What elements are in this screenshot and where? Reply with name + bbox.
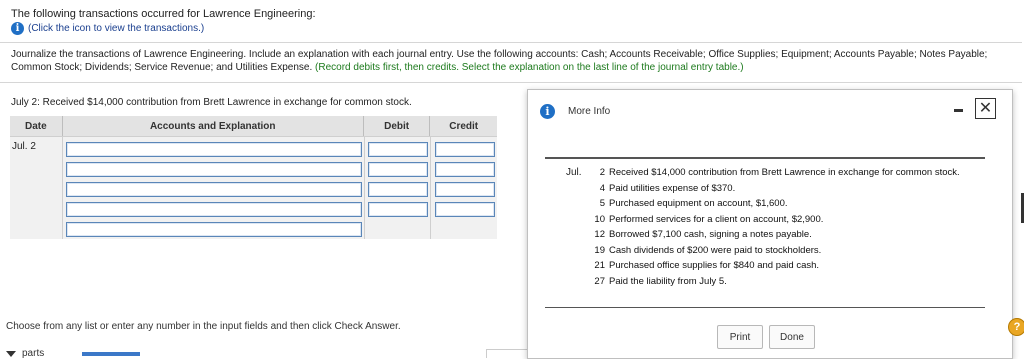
transaction-day: 27 <box>594 275 605 287</box>
explanation-select[interactable] <box>66 222 362 237</box>
header-credit: Credit <box>449 120 479 132</box>
transaction-text: Received $14,000 contribution from Brett… <box>609 167 960 178</box>
list-item: 27 Paid the liability from July 5. <box>592 274 972 290</box>
transaction-items: 2 Received $14,000 contribution from Bret… <box>592 165 972 289</box>
account-select[interactable] <box>66 182 362 197</box>
table-row <box>10 182 497 197</box>
transaction-text: Paid utilities expense of $370. <box>609 182 736 194</box>
transaction-text: Borrowed $7,100 cash, signing a notes pa… <box>609 229 812 240</box>
transaction-month: Jul. <box>566 167 582 178</box>
table-body: Jul. 2 <box>10 136 497 239</box>
debit-input[interactable] <box>368 142 428 157</box>
transaction-text: Performed services for a client on accou… <box>609 213 824 225</box>
account-select[interactable] <box>66 142 362 157</box>
list-item: 2 Received $14,000 contribution from Bret… <box>592 165 972 181</box>
journal-prompt: July 2: Received $14,000 contribution fr… <box>11 97 412 108</box>
transaction-day: 12 <box>594 229 605 240</box>
transactions-list: Jul. 2 Received $14,000 contribution from… <box>545 157 985 308</box>
instructions-hint: (Record debits first, then credits. Sele… <box>315 62 744 73</box>
list-item: 10 Performed services for a client on acc… <box>592 212 972 228</box>
footer-instructions: Choose from any list or enter any number… <box>6 321 401 332</box>
table-row <box>10 202 497 217</box>
divider <box>0 82 1022 83</box>
transaction-day: 4 <box>599 182 605 194</box>
info-link-text[interactable]: (Click the icon to view the transactions… <box>28 23 204 34</box>
transaction-text: Paid the liability from July 5. <box>609 275 727 287</box>
divider <box>0 42 1022 43</box>
explanation-row <box>10 222 497 237</box>
journal-entry-table: Date Accounts and Explanation Debit Cred… <box>10 116 497 239</box>
more-info-dialog: i More Info ✕ Jul. 2 Received $14,000 con… <box>527 89 1013 359</box>
transaction-text: Purchased office supplies for $840 and p… <box>609 260 820 271</box>
close-icon[interactable]: ✕ <box>975 98 996 119</box>
done-button[interactable]: Done <box>769 325 815 349</box>
table-row <box>10 142 497 157</box>
parts-toggle[interactable]: parts <box>6 348 44 359</box>
dialog-header: i More Info <box>540 104 610 119</box>
debit-input[interactable] <box>368 182 428 197</box>
list-item: 19 Cash dividends of $200 were paid to st… <box>592 243 972 259</box>
intro-text: The following transactions occurred for … <box>11 8 316 20</box>
caret-down-icon[interactable] <box>6 350 16 357</box>
transaction-day: 19 <box>594 244 605 256</box>
transaction-text: Purchased equipment on account, $1,600. <box>609 198 788 209</box>
transaction-text: Cash dividends of $200 were paid to stoc… <box>609 244 822 256</box>
account-select[interactable] <box>66 202 362 217</box>
minimize-icon[interactable] <box>954 109 963 112</box>
transaction-day: 21 <box>594 260 605 271</box>
transaction-day: 2 <box>599 167 605 178</box>
header-debit: Debit <box>364 116 431 136</box>
intro-section: The following transactions occurred for … <box>11 8 1011 35</box>
transaction-day: 10 <box>594 213 605 225</box>
debit-input[interactable] <box>368 162 428 177</box>
help-icon[interactable]: ? <box>1008 318 1024 336</box>
table-row <box>10 162 497 177</box>
list-item: 5 Purchased equipment on account, $1,600. <box>592 196 972 212</box>
list-item: 21 Purchased office supplies for $840 and… <box>592 258 972 274</box>
info-icon[interactable]: i <box>11 22 24 35</box>
table-header: Date Accounts and Explanation Debit Cred… <box>10 116 497 136</box>
dialog-title: More Info <box>568 106 611 117</box>
progress-bar <box>82 352 140 356</box>
list-item: 4 Paid utilities expense of $370. <box>592 181 972 197</box>
transactions-info-link[interactable]: i (Click the icon to view the transactio… <box>11 22 1011 35</box>
debit-input[interactable] <box>368 202 428 217</box>
header-date: Date <box>10 116 63 136</box>
credit-input[interactable] <box>435 182 495 197</box>
credit-input[interactable] <box>435 142 495 157</box>
print-button[interactable]: Print <box>717 325 763 349</box>
list-item: 12 Borrowed $7,100 cash, signing a notes … <box>592 227 972 243</box>
header-accounts: Accounts and Explanation <box>63 116 364 136</box>
account-select[interactable] <box>66 162 362 177</box>
info-icon: i <box>540 104 555 119</box>
parts-label[interactable]: parts <box>22 348 44 359</box>
instructions: Journalize the transactions of Lawrence … <box>11 48 1001 74</box>
transaction-day: 5 <box>599 198 605 209</box>
credit-input[interactable] <box>435 162 495 177</box>
credit-input[interactable] <box>435 202 495 217</box>
